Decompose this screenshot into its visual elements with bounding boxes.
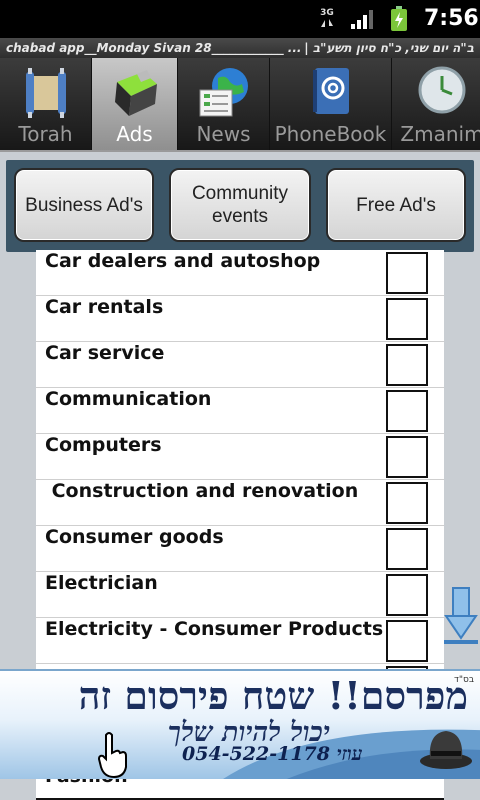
tab-ads[interactable]: Ads [92,58,178,150]
tab-torah-label: Torah [18,122,73,146]
list-item[interactable]: Electrician [36,572,444,618]
list-item-checkbox[interactable] [386,344,428,386]
clock-time: 7:56 [424,6,479,31]
list-item[interactable]: Consumer goods [36,526,444,572]
list-item-label: Car rentals [45,296,164,318]
list-bottom-strip: Fashion [0,779,480,800]
globe-news-icon [199,68,248,117]
network-type: 3G [320,8,334,18]
hat-icon [420,731,472,769]
network-3g-icon: 3G [318,8,336,30]
list-item[interactable]: Computers [36,434,444,480]
tab-ads-label: Ads [116,122,153,146]
battery-charging-icon [391,6,407,31]
tab-news-label: News [196,122,251,146]
ad-banner[interactable]: בס"ד מפרסם!! שטח פירסום זה יכול להיות של… [0,669,480,779]
list-item[interactable]: Construction and renovation [36,480,444,526]
list-item-label: Car service [45,342,165,364]
list-item-label: Fashion [45,779,128,787]
list-item[interactable]: Car dealers and autoshop [36,250,444,296]
list-item-checkbox[interactable] [386,620,428,662]
list-item-checkbox[interactable] [386,436,428,478]
list-item-label: Communication [45,388,212,410]
list-item-checkbox[interactable] [386,252,428,294]
list-item-label: Electricity - Consumer Products [45,618,384,640]
list-item-checkbox[interactable] [386,574,428,616]
list-item-checkbox[interactable] [386,528,428,570]
list-item-checkbox[interactable] [386,390,428,432]
marquee-right-text: ב"ה יום שני, כ"ח סיון תשע"ב | [304,41,474,55]
date-marquee: chabad app__Monday Sivan 28____________ … [0,38,480,58]
list-item[interactable]: Car rentals [36,296,444,342]
list-item[interactable]: Car service [36,342,444,388]
list-item-checkbox[interactable] [386,298,428,340]
marquee-left-text: chabad app__Monday Sivan 28____________ … [6,41,302,55]
status-bar: 3G 7:56 [0,0,480,38]
tab-bar: Torah Ads News PhoneBook Zmanim [0,58,480,152]
list-item[interactable]: Communication [36,388,444,434]
community-events-button[interactable]: Community events [169,168,311,242]
tab-news[interactable]: News [178,58,270,150]
business-ads-button[interactable]: Business Ad's [14,168,154,242]
ad-headline: מפרסם!! שטח פירסום זה [78,673,468,718]
hand-pointer-icon [97,732,127,779]
category-button-bar: Business Ad's Community events Free Ad's [6,160,474,252]
list-item[interactable]: Fashion [36,779,444,800]
list-item-label: Computers [45,434,162,456]
signal-icon [351,10,373,29]
list-item-label: Consumer goods [45,526,224,548]
free-ads-button[interactable]: Free Ad's [326,168,466,242]
list-item[interactable]: Electricity - Consumer Products [36,618,444,664]
list-item-checkbox[interactable] [386,482,428,524]
torah-scroll-icon [25,68,66,118]
tab-torah[interactable]: Torah [0,58,92,150]
ads-cube-icon [114,70,157,116]
tab-phonebook-label: PhoneBook [274,122,387,146]
scroll-down-arrow-icon[interactable] [444,586,478,646]
tab-zmanim-label: Zmanim [400,122,480,146]
ad-phone: 054-522-1178 עוזי [182,743,363,765]
list-item-label: Car dealers and autoshop [45,250,321,272]
address-book-icon [312,68,349,114]
app-screen: 3G 7:56 chabad app__Monday Sivan 28_____… [0,0,480,800]
list-item-label: Construction and renovation [45,480,359,502]
tab-zmanim[interactable]: Zmanim [392,58,480,150]
list-item-label: Electrician [45,572,158,594]
tab-phonebook[interactable]: PhoneBook [270,58,392,150]
clock-icon [418,66,466,114]
